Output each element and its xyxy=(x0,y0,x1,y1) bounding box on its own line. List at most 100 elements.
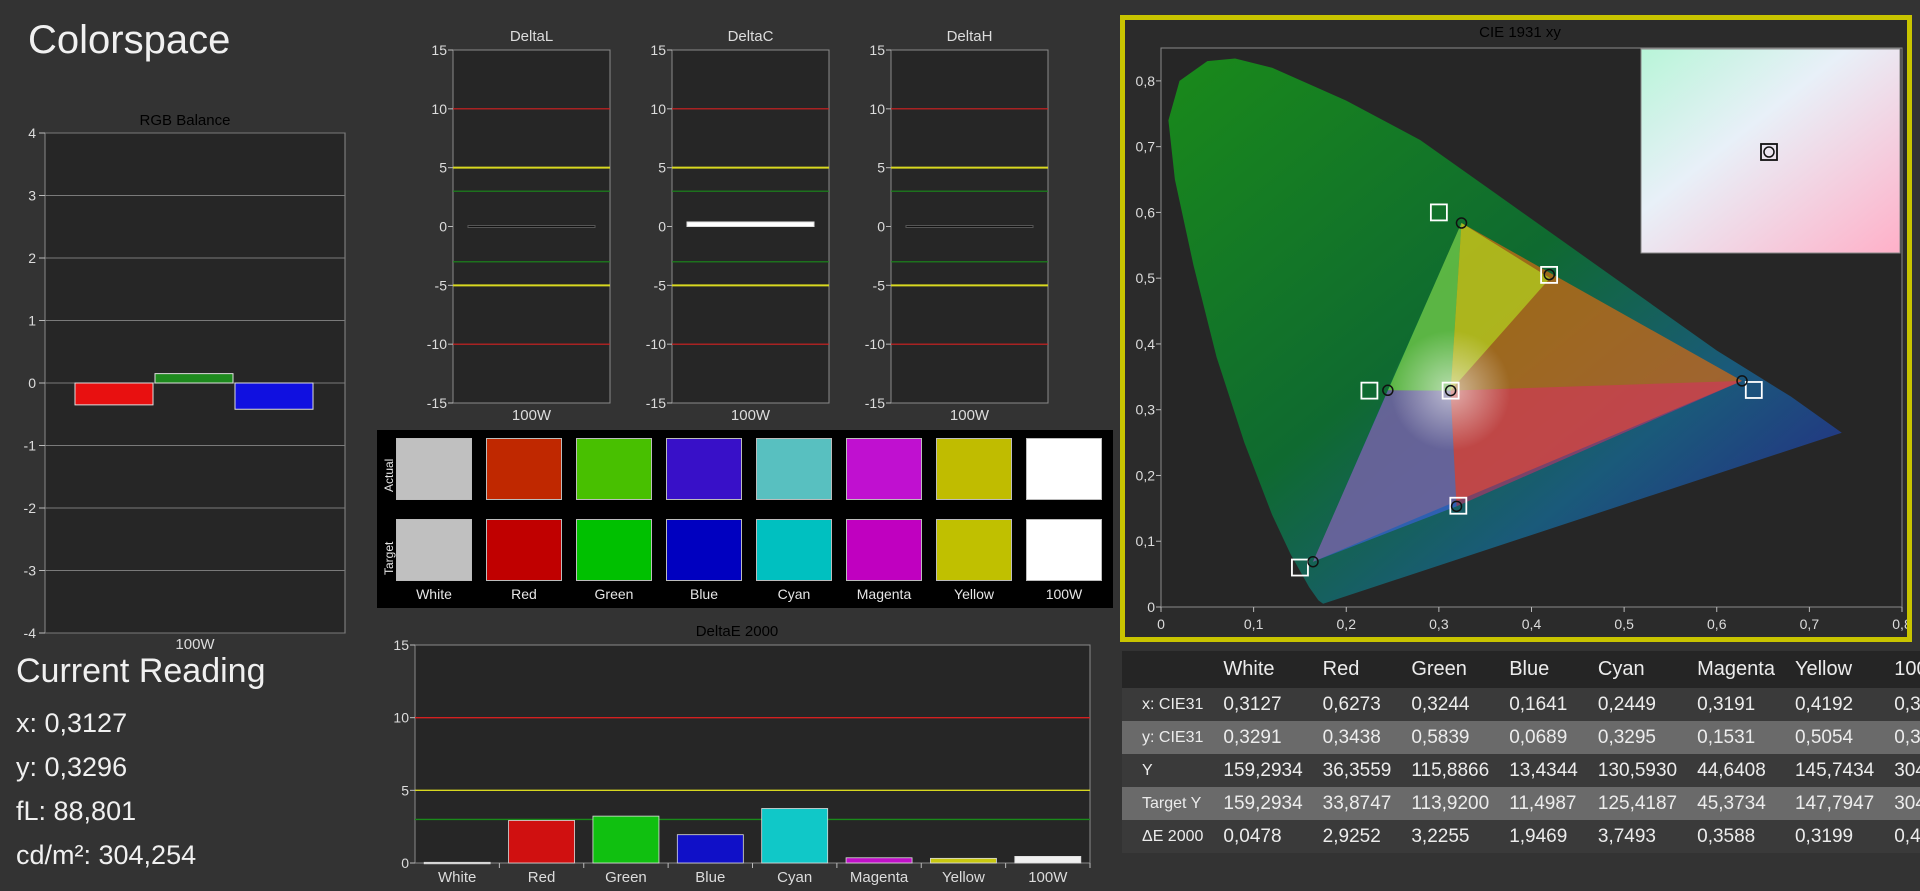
deltae-tick-label: 5 xyxy=(401,782,409,798)
delta-title-1: DeltaC xyxy=(728,28,774,45)
deltae-bar-magenta xyxy=(845,857,913,864)
cie-y-tick-label: 0,8 xyxy=(1136,73,1156,89)
delta-tick-label: -5 xyxy=(654,277,667,293)
table-cell: 3,2255 xyxy=(1391,820,1490,853)
rgb-tick-label: -4 xyxy=(24,625,37,641)
table-cell: 0,3191 xyxy=(1677,688,1775,721)
table-cell: 13,4344 xyxy=(1489,754,1578,787)
rgb-tick-label: 4 xyxy=(28,125,36,141)
target-swatch-white xyxy=(396,519,472,581)
table-cell: 0,2449 xyxy=(1577,688,1678,721)
cie-x-tick-label: 0,1 xyxy=(1244,616,1264,632)
rgb-balance-title: RGB Balance xyxy=(140,112,231,129)
actual-swatch-green xyxy=(576,438,652,500)
actual-swatch-magenta xyxy=(846,438,922,500)
table-row-label: Y xyxy=(1122,754,1204,787)
delta-tick-label: 10 xyxy=(650,101,666,117)
deltae-category-label: Magenta xyxy=(850,869,909,886)
swatch-label: Red xyxy=(511,586,537,602)
table-cell: 304,2539 xyxy=(1874,787,1920,820)
table-header-cell: 100W xyxy=(1874,651,1920,688)
delta-title-2: DeltaH xyxy=(947,28,993,45)
actual-swatch-100w xyxy=(1026,438,1102,500)
actual-swatch-cyan xyxy=(756,438,832,500)
deltae-category-label: Blue xyxy=(695,869,725,886)
rgb-tick-label: 3 xyxy=(28,188,36,204)
cie-x-tick-label: 0,4 xyxy=(1522,616,1542,632)
cie-x-tick-label: 0,2 xyxy=(1337,616,1357,632)
delta-tick-label: 10 xyxy=(431,101,447,117)
color-swatch-panel: Actual Target White Red Green Blue Cyan Magen… xyxy=(377,430,1113,608)
table-header-row: WhiteRedGreenBlueCyanMagentaYellow100W xyxy=(1122,651,1920,688)
table-header-cell: Magenta xyxy=(1677,651,1775,688)
rgb-balance-category: 100W xyxy=(175,636,215,650)
table-cell: 0,3291 xyxy=(1203,721,1303,754)
cie-x-tick-label: 0,3 xyxy=(1429,616,1449,632)
delta-tick-label: -15 xyxy=(865,395,885,411)
table-cell: 0,3295 xyxy=(1577,721,1678,754)
table-cell: 0,3127 xyxy=(1203,688,1303,721)
delta-bar-1 xyxy=(686,221,815,228)
page-title: Colorspace xyxy=(28,18,231,62)
table-cell: 0,4543 xyxy=(1874,820,1920,853)
rgb-tick-label: -1 xyxy=(24,438,37,454)
deltae-tick-label: 10 xyxy=(393,710,409,726)
deltae-category-label: Yellow xyxy=(942,869,985,886)
target-swatch-100w xyxy=(1026,519,1102,581)
cie-x-tick-label: 0 xyxy=(1157,616,1165,632)
actual-swatch-red xyxy=(486,438,562,500)
delta-tick-label: 10 xyxy=(869,101,885,117)
delta-tick-label: 15 xyxy=(650,42,666,58)
actual-row-label: Actual xyxy=(382,458,396,492)
actual-swatch-blue xyxy=(666,438,742,500)
swatch-label: Cyan xyxy=(777,586,811,602)
table-cell: 0,4192 xyxy=(1774,688,1875,721)
deltae-bar-red xyxy=(508,820,575,864)
delta-tick-label: 15 xyxy=(869,42,885,58)
measurement-table: WhiteRedGreenBlueCyanMagentaYellow100Wx:… xyxy=(1122,651,1920,853)
table-cell: 0,0478 xyxy=(1203,820,1303,853)
reading-y: y: 0,3296 xyxy=(16,752,128,782)
cie-zoom-inset xyxy=(1640,48,1901,254)
swatch-label: White xyxy=(416,586,452,602)
delta-bar-0 xyxy=(467,225,596,228)
cie-y-tick-label: 0,4 xyxy=(1136,336,1156,352)
deltae-category-label: Green xyxy=(605,869,647,886)
table-cell: 113,9200 xyxy=(1391,787,1490,820)
delta-tick-label: -15 xyxy=(427,395,447,411)
deltae-category-label: Cyan xyxy=(777,869,812,886)
table-cell: 0,3588 xyxy=(1677,820,1775,853)
cie-x-tick-label: 0,8 xyxy=(1892,616,1907,632)
table-cell: 159,2934 xyxy=(1203,787,1303,820)
cie-y-tick-label: 0,1 xyxy=(1136,533,1156,549)
cie-1931-chart: CIE 1931 xy 0 0,1 0,2 0,3 0,4 0,5 0,6 0,7 0,8 0 0,… xyxy=(1136,24,1907,632)
delta-tick-label: 0 xyxy=(439,219,447,235)
table-cell: 3,7493 xyxy=(1577,820,1678,853)
table-cell: 147,7947 xyxy=(1774,787,1875,820)
deltae-category-label: Red xyxy=(528,869,556,886)
deltae-bar-green xyxy=(592,815,660,864)
target-swatch-magenta xyxy=(846,519,922,581)
deltae-bar-blue xyxy=(676,834,744,864)
cie-white-glow xyxy=(1390,330,1511,451)
table-cell: 45,3734 xyxy=(1677,787,1775,820)
current-reading-title: Current Reading xyxy=(16,652,266,690)
table-cell: 2,9252 xyxy=(1302,820,1392,853)
delta-category-2: 100W xyxy=(950,407,990,424)
reading-cdm2: cd/m²: 304,254 xyxy=(16,840,197,870)
rgb-bar-1 xyxy=(154,373,234,384)
deltae-bar-100w xyxy=(1014,855,1082,864)
cie-y-tick-label: 0,5 xyxy=(1136,270,1156,286)
table-row-label: Target Y xyxy=(1122,787,1204,820)
rgb-bar-2 xyxy=(234,382,314,410)
swatch-label: Green xyxy=(594,586,634,602)
reading-x: x: 0,3127 xyxy=(16,708,128,738)
target-swatch-cyan xyxy=(756,519,832,581)
table-cell: 0,5839 xyxy=(1391,721,1490,754)
table-cell: 36,3559 xyxy=(1302,754,1392,787)
rgb-tick-label: -2 xyxy=(24,500,37,516)
table-cell: 115,8866 xyxy=(1391,754,1490,787)
deltae-category-label: 100W xyxy=(1028,869,1068,886)
delta-lch-charts: DeltaL 15 10 5 0 -5 -10 -15 100W DeltaC 15 10 5 0 -5 -1… xyxy=(427,28,1049,424)
cie-x-tick-label: 0,5 xyxy=(1614,616,1634,632)
